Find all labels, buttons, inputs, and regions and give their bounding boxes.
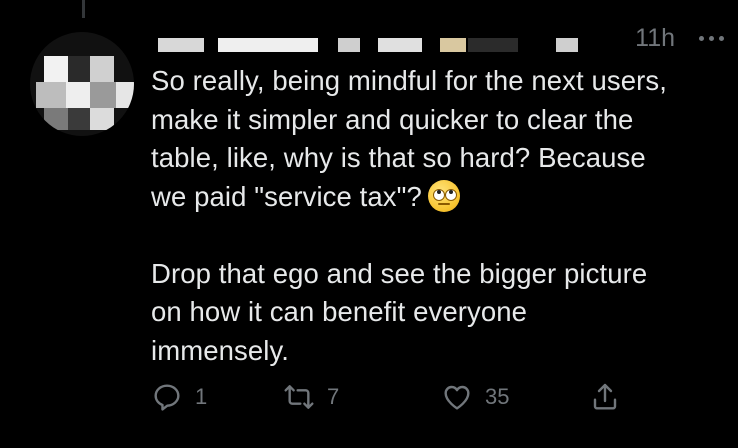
avatar-pixel xyxy=(90,56,114,82)
avatar-pixel xyxy=(90,82,116,108)
avatar-pixel xyxy=(66,82,90,108)
username-redacted xyxy=(440,38,466,52)
avatar-pixel xyxy=(68,108,90,130)
username-redacted xyxy=(338,38,360,52)
avatar-pixel xyxy=(44,56,68,82)
retweet-icon xyxy=(284,385,314,409)
reply-button[interactable]: 1 xyxy=(151,381,207,413)
heart-icon xyxy=(444,385,470,410)
username-redacted xyxy=(158,38,204,52)
share-icon xyxy=(593,383,617,410)
face-with-rolling-eyes-icon xyxy=(427,179,460,212)
more-options-icon[interactable] xyxy=(699,36,724,41)
avatar-pixel xyxy=(68,56,90,82)
username-redacted xyxy=(556,38,578,52)
username-redacted xyxy=(218,38,318,52)
tweet-text-paragraph-1: So really, being mindful for the next us… xyxy=(151,65,667,212)
reply-icon xyxy=(154,384,180,411)
like-button[interactable]: 35 xyxy=(441,381,509,413)
avatar-pixel xyxy=(36,82,66,108)
retweet-count: 7 xyxy=(327,384,340,409)
username-redacted xyxy=(378,38,422,52)
avatar-pixel xyxy=(44,108,68,130)
username-redacted xyxy=(468,38,518,52)
tweet-actions: 1 7 35 xyxy=(151,381,631,417)
tweet-text: So really, being mindful for the next us… xyxy=(151,62,726,370)
retweet-button[interactable]: 7 xyxy=(283,381,339,413)
share-button[interactable] xyxy=(589,381,621,413)
avatar-pixel xyxy=(116,82,134,108)
thread-line xyxy=(82,0,85,18)
reply-count: 1 xyxy=(195,384,208,409)
timestamp[interactable]: 11h xyxy=(635,24,675,53)
like-count: 35 xyxy=(485,384,510,409)
tweet-meta: 11h xyxy=(635,24,724,53)
avatar[interactable] xyxy=(30,32,134,136)
tweet-text-paragraph-2: Drop that ego and see the bigger picture… xyxy=(151,257,648,366)
avatar-pixel xyxy=(90,108,114,130)
